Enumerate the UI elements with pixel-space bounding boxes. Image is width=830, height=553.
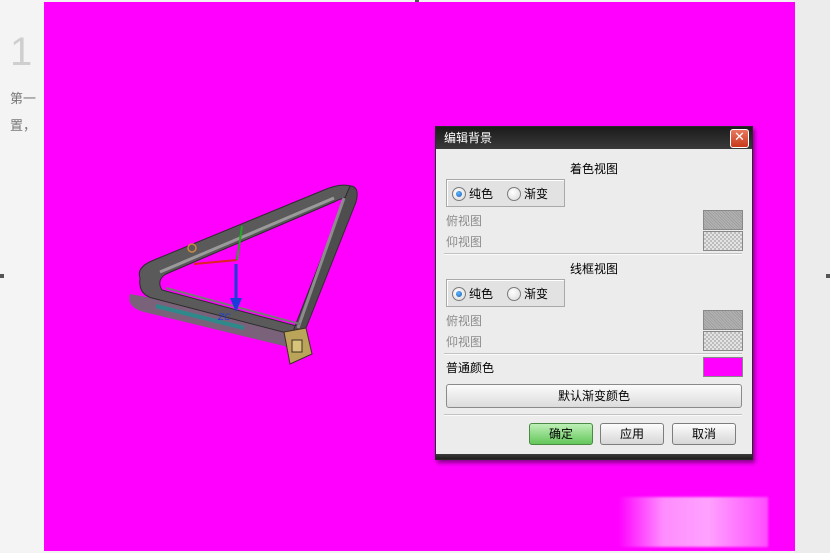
shaded-view-title: 着色视图	[569, 162, 618, 176]
shaded-top-view-label: 俯视图	[446, 214, 483, 228]
radio-label: 纯色	[469, 287, 494, 301]
document-text-line: 第一	[10, 92, 37, 107]
radio-selected-icon	[452, 286, 466, 301]
divider	[444, 253, 742, 255]
radio-selected-icon	[452, 186, 466, 201]
plain-color-label: 普通颜色	[446, 361, 495, 375]
dialog-bottom-border	[436, 454, 752, 459]
shaded-solid-radio[interactable]: 纯色	[452, 185, 493, 202]
close-button[interactable]: ✕	[730, 129, 749, 148]
shaded-bottom-color-swatch[interactable]	[703, 231, 743, 251]
radio-label: 渐变	[524, 287, 549, 301]
close-icon: ✕	[734, 130, 745, 145]
wireframe-view-title: 线框视图	[569, 262, 618, 276]
resize-handle	[826, 274, 830, 278]
radio-label: 纯色	[469, 187, 494, 201]
divider	[444, 414, 742, 416]
plain-color-swatch[interactable]	[703, 357, 743, 377]
document-text-line: 置，	[10, 119, 37, 134]
shaded-top-color-swatch[interactable]	[703, 210, 743, 230]
dialog-title: 编辑背景	[444, 131, 493, 145]
default-gradient-colors-button[interactable]: 默认渐变颜色	[446, 384, 742, 408]
shaded-bottom-view-label: 仰视图	[446, 235, 483, 249]
resize-handle	[0, 274, 4, 278]
ok-button[interactable]: 确定	[529, 423, 593, 445]
wireframe-gradient-radio[interactable]: 渐变	[507, 285, 548, 302]
wireframe-bottom-color-swatch[interactable]	[703, 331, 743, 351]
document-heading-number: 1	[10, 30, 33, 74]
apply-button[interactable]: 应用	[600, 423, 664, 445]
cancel-button[interactable]: 取消	[672, 423, 736, 445]
document-left-margin: 1 第一 置，	[0, 0, 44, 553]
wireframe-top-view-label: 俯视图	[446, 314, 483, 328]
wireframe-top-color-swatch[interactable]	[703, 310, 743, 330]
shaded-gradient-radio[interactable]: 渐变	[507, 185, 548, 202]
watermark-blur	[618, 497, 768, 547]
wireframe-view-mode-group: 纯色 渐变	[446, 279, 565, 307]
wireframe-bottom-view-label: 仰视图	[446, 335, 483, 349]
axis-label-z: ZC	[217, 313, 231, 323]
radio-unselected-icon	[507, 286, 521, 301]
edit-background-dialog: 编辑背景 ✕ 着色视图 纯色 渐变 俯视图 仰视图 线框视图 纯色 渐变 俯视图…	[435, 126, 753, 460]
shaded-view-mode-group: 纯色 渐变	[446, 179, 565, 207]
dialog-titlebar[interactable]: 编辑背景 ✕	[436, 127, 752, 149]
radio-unselected-icon	[507, 186, 521, 201]
radio-label: 渐变	[524, 187, 549, 201]
wireframe-solid-radio[interactable]: 纯色	[452, 285, 493, 302]
document-right-margin	[794, 0, 830, 553]
divider	[444, 353, 742, 355]
